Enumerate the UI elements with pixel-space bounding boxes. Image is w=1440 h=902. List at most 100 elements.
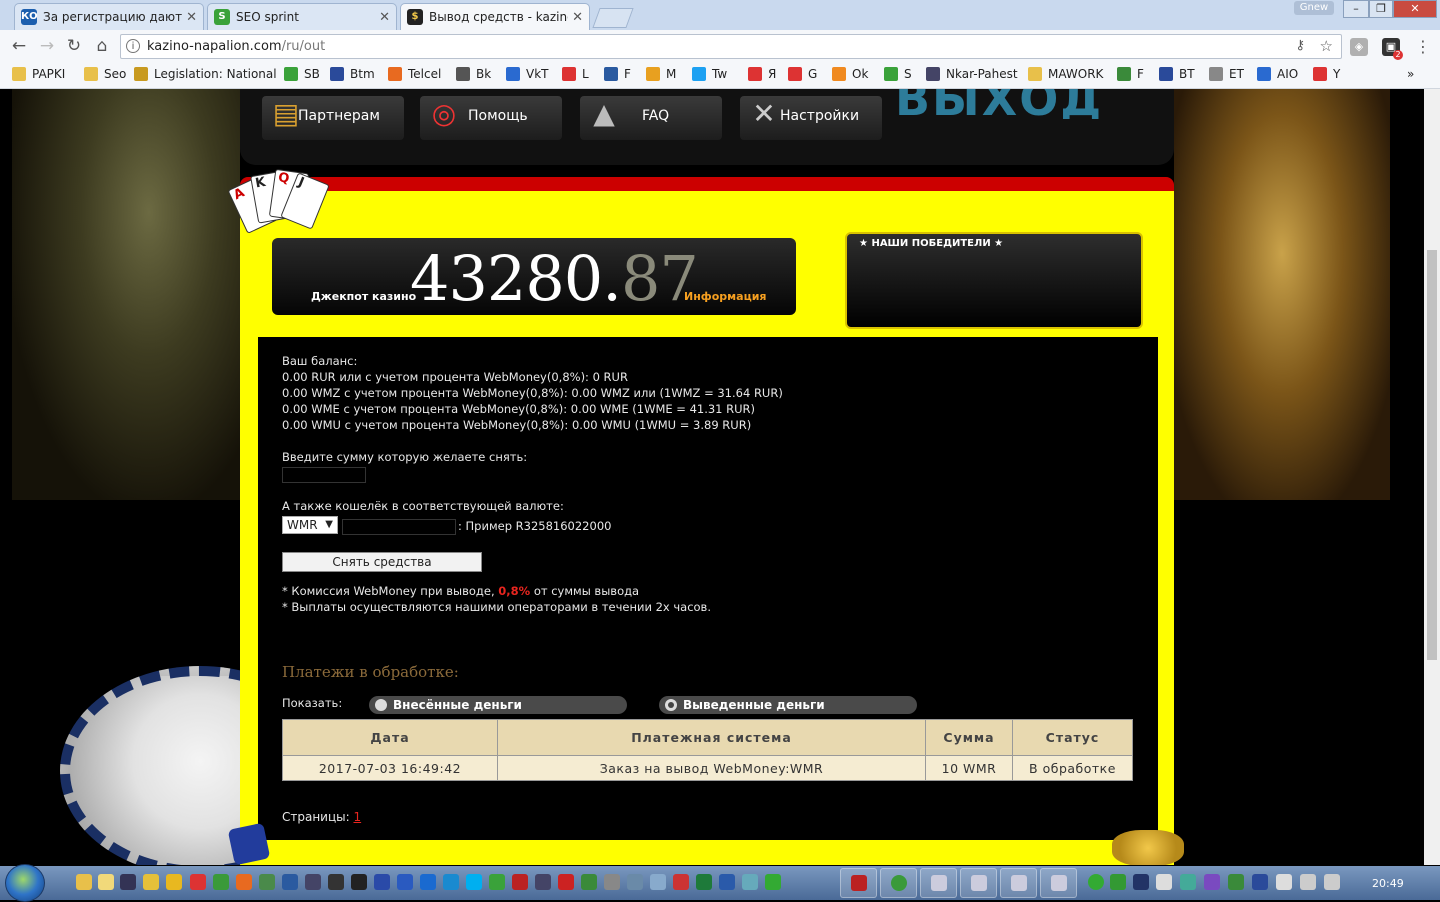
app-icon[interactable] [558,874,574,890]
taskbar-filezilla[interactable] [840,868,877,898]
yandex-icon[interactable] [190,874,206,890]
app-icon[interactable] [650,874,666,890]
bookmark-item[interactable]: ET [1209,67,1244,81]
chrome-icon[interactable] [213,874,229,890]
amount-input[interactable] [282,467,366,483]
nav-help[interactable]: ◎ Помощь [420,96,562,140]
browser-tab[interactable]: S SEO sprint ✕ [207,3,397,30]
star-icon[interactable] [143,874,159,890]
network-icon[interactable] [1300,874,1316,890]
browser-tab-active[interactable]: $ Вывод средств - kazino- ✕ [400,3,590,30]
viber-icon[interactable] [1204,874,1220,890]
app-icon[interactable] [420,874,436,890]
bookmark-item[interactable]: F [1117,67,1144,81]
taskbar-app[interactable] [920,868,957,898]
bookmark-item[interactable]: Telcel [388,67,441,81]
app-icon[interactable] [535,874,551,890]
new-tab-button[interactable] [592,8,634,28]
close-tab-icon[interactable]: ✕ [572,10,583,25]
nav-partners[interactable]: ▤ Партнерам [262,96,404,140]
browser-tab[interactable]: КО За регистрацию дают 5( ✕ [14,3,204,30]
back-icon[interactable]: ← [8,35,30,57]
bookmark-item[interactable]: Tw [692,67,727,81]
bookmark-item[interactable]: Btm [330,67,375,81]
app-icon[interactable] [742,874,758,890]
close-window-icon[interactable]: ✕ [1393,0,1437,18]
withdraw-button[interactable]: Снять средства [282,552,482,572]
app-icon[interactable] [765,874,781,890]
site-info-icon[interactable]: i [126,39,140,53]
filter-withdrawn[interactable]: Выведенные деньги [659,696,917,714]
address-bar[interactable]: i kazino-napalion.com/ru/out ⚷ ☆ [120,34,1342,59]
profile-badge[interactable]: Gnew [1294,1,1334,15]
jackpot-info-link[interactable]: Информация [684,290,767,303]
key-icon[interactable]: ⚷ [1295,38,1305,53]
bookmark-item[interactable]: PAPKI [12,67,65,81]
info-icon[interactable] [282,874,298,890]
skype-icon[interactable] [466,874,482,890]
bookmark-item[interactable]: Ok [832,67,868,81]
scrollbar-thumb[interactable] [1427,250,1437,660]
flag-icon[interactable] [1276,874,1292,890]
bookmark-item[interactable]: G [788,67,817,81]
bookmark-item[interactable]: Nkar-Pahest [926,67,1018,81]
menu-icon[interactable]: ⋮ [1414,38,1432,56]
app-icon[interactable] [259,874,275,890]
app-icon[interactable] [673,874,689,890]
maximize-icon[interactable]: ❐ [1369,0,1393,18]
nav-settings[interactable]: ✕ Настройки [740,96,882,140]
nav-faq[interactable]: ▲ FAQ [580,96,722,140]
tray-icon[interactable] [1110,874,1126,890]
close-tab-icon[interactable]: ✕ [186,10,197,25]
app-icon[interactable] [351,874,367,890]
app-icon[interactable] [120,874,136,890]
currency-select[interactable]: WMR ▼ [282,516,338,534]
start-button[interactable] [5,864,45,902]
minimize-icon[interactable]: – [1343,0,1369,18]
app-icon[interactable] [627,874,643,890]
language-flag-icon[interactable] [1252,874,1268,890]
tray-icon[interactable] [1133,874,1149,890]
tray-icon[interactable] [1156,874,1172,890]
documents-icon[interactable] [98,874,114,890]
taskbar-app[interactable] [960,868,997,898]
app-icon[interactable] [397,874,413,890]
app-icon[interactable] [443,874,459,890]
firefox-icon[interactable] [236,874,252,890]
app-icon[interactable] [604,874,620,890]
bookmark-item[interactable]: Я [748,67,776,81]
bookmark-star-icon[interactable]: ☆ [1320,37,1333,55]
app-icon[interactable] [581,874,597,890]
app-icon[interactable] [374,874,390,890]
app-icon[interactable] [328,874,344,890]
word-icon[interactable] [719,874,735,890]
reload-icon[interactable]: ↻ [63,35,85,57]
excel-icon[interactable] [696,874,712,890]
app-icon[interactable] [489,874,505,890]
tray-icon[interactable] [1088,874,1104,890]
bookmark-item[interactable]: BT [1159,67,1195,81]
forward-icon[interactable]: → [36,35,58,57]
folder-icon[interactable] [76,874,92,890]
page-link[interactable]: 1 [353,810,361,824]
app-icon[interactable] [305,874,321,890]
filezilla-icon[interactable] [512,874,528,890]
notifications-icon[interactable]: 2 ▣ [1382,38,1403,60]
filter-deposited[interactable]: Внесённые деньги [369,696,627,714]
taskbar-app[interactable] [1040,868,1077,898]
home-icon[interactable]: ⌂ [91,35,113,57]
close-tab-icon[interactable]: ✕ [379,10,390,25]
tray-icon[interactable] [1228,874,1244,890]
taskbar-app[interactable] [1000,868,1037,898]
bookmark-item[interactable]: F [604,67,631,81]
volume-icon[interactable] [1324,874,1340,890]
bookmark-item[interactable]: VkT [506,67,549,81]
extension-icon[interactable]: ◈ [1350,38,1368,56]
bookmark-item[interactable]: S [884,67,912,81]
bookmark-item[interactable]: Y [1313,67,1340,81]
bookmark-item[interactable]: L [562,67,589,81]
bookmark-item[interactable]: M [646,67,676,81]
bookmark-item[interactable]: MAWORK [1028,67,1103,81]
tray-icon[interactable] [1180,874,1196,890]
more-bookmarks-chevron-icon[interactable]: » [1407,67,1414,81]
